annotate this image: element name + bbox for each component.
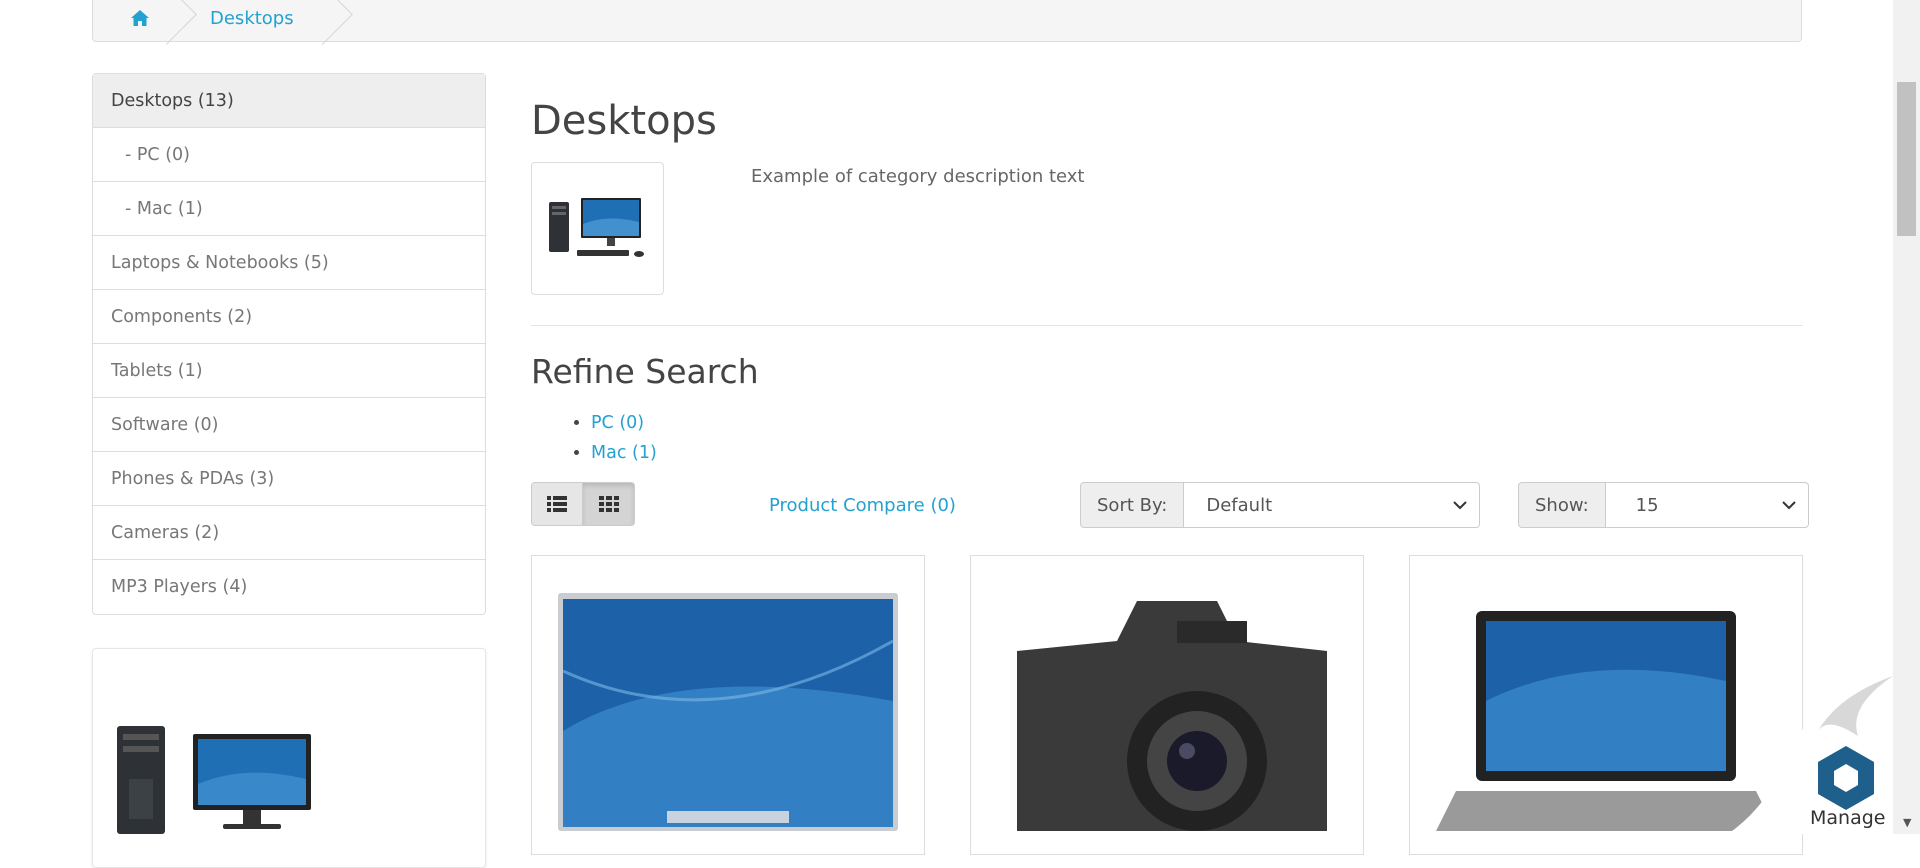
show-value: 15 xyxy=(1635,494,1659,516)
manage-label: Manage xyxy=(1810,807,1886,829)
list-item: PC (0) xyxy=(591,408,657,438)
sort-select[interactable]: Default xyxy=(1184,482,1481,528)
scrollbar-thumb[interactable] xyxy=(1897,82,1916,236)
category-item-tablets[interactable]: Tablets (1) xyxy=(93,344,485,398)
category-item-phones[interactable]: Phones & PDAs (3) xyxy=(93,452,485,506)
scroll-down-icon[interactable]: ▼ xyxy=(1903,816,1911,829)
category-item-mac[interactable]: - Mac (1) xyxy=(93,182,485,236)
view-toggle xyxy=(531,482,635,526)
category-item-pc[interactable]: - PC (0) xyxy=(93,128,485,182)
product-card[interactable] xyxy=(970,555,1364,855)
grid-view-button[interactable] xyxy=(583,482,635,526)
sort-label: Sort By: xyxy=(1080,482,1185,528)
category-thumbnail[interactable] xyxy=(531,162,664,295)
category-item-mp3[interactable]: MP3 Players (4) xyxy=(93,560,485,614)
grid-icon xyxy=(598,496,619,512)
category-item-software[interactable]: Software (0) xyxy=(93,398,485,452)
chevron-down-icon xyxy=(1453,501,1468,510)
desktop-computer-image xyxy=(548,197,644,257)
refine-search-list: PC (0) Mac (1) xyxy=(531,408,657,468)
category-item-cameras[interactable]: Cameras (2) xyxy=(93,506,485,560)
category-item-desktops[interactable]: Desktops (13) xyxy=(93,74,485,128)
refine-search-title: Refine Search xyxy=(531,352,759,391)
page-title: Desktops xyxy=(531,98,717,144)
breadcrumb-separator xyxy=(292,0,353,45)
limit-control: Show: 15 xyxy=(1518,482,1809,528)
sort-control: Sort By: Default xyxy=(1080,482,1481,528)
list-view-button[interactable] xyxy=(531,482,583,526)
list-icon xyxy=(547,496,567,512)
show-label: Show: xyxy=(1518,482,1606,528)
divider xyxy=(531,325,1803,326)
camera-image xyxy=(1017,601,1327,831)
product-compare-link[interactable]: Product Compare (0) xyxy=(769,495,956,516)
show-select[interactable]: 15 xyxy=(1605,482,1809,528)
list-item: Mac (1) xyxy=(591,438,657,468)
category-item-laptops[interactable]: Laptops & Notebooks (5) xyxy=(93,236,485,290)
sort-value: Default xyxy=(1206,494,1273,516)
desktop-computer-image xyxy=(117,726,311,834)
category-item-components[interactable]: Components (2) xyxy=(93,290,485,344)
breadcrumb: Desktops xyxy=(92,0,1802,45)
manage-widget[interactable]: Manage xyxy=(1728,676,1893,834)
refine-link-pc[interactable]: PC (0) xyxy=(591,413,644,433)
scrollbar[interactable] xyxy=(1893,0,1920,834)
monitor-image xyxy=(558,593,898,831)
chevron-down-icon xyxy=(1781,501,1796,510)
category-description: Example of category description text xyxy=(751,166,1085,187)
breadcrumb-link-desktops[interactable]: Desktops xyxy=(210,0,294,41)
sidebar-banner[interactable] xyxy=(92,648,486,868)
product-card[interactable] xyxy=(531,555,925,855)
category-list: Desktops (13) - PC (0) - Mac (1) Laptops… xyxy=(92,73,486,615)
laptop-image xyxy=(1436,611,1776,831)
refine-link-mac[interactable]: Mac (1) xyxy=(591,443,657,463)
